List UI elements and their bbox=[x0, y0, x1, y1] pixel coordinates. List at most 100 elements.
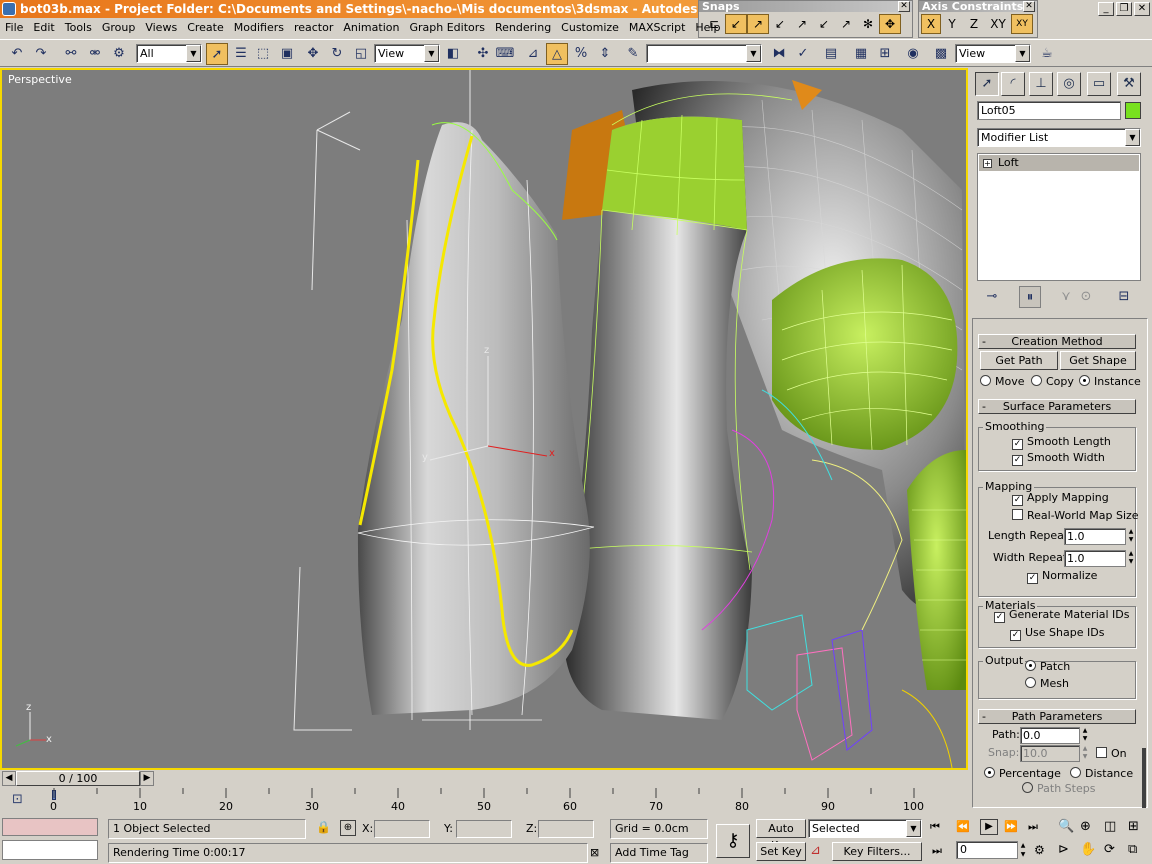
mirror-icon[interactable]: ⧓ bbox=[768, 43, 790, 65]
expand-plus-icon[interactable]: + bbox=[983, 159, 992, 168]
select-object-icon[interactable]: ➚ bbox=[206, 43, 228, 65]
scale-icon[interactable]: ◱ bbox=[350, 43, 372, 65]
copy-radio[interactable]: Copy bbox=[1031, 375, 1074, 388]
spinner-arrows-icon[interactable]: ▲ ▼ bbox=[1080, 727, 1090, 744]
stack-item-loft[interactable]: + Loft bbox=[979, 155, 1139, 171]
instance-radio[interactable]: Instance bbox=[1079, 375, 1141, 388]
align-icon[interactable]: ✓ bbox=[792, 43, 814, 65]
unlink-icon[interactable]: ⚮ bbox=[84, 43, 106, 65]
arc-rotate-icon[interactable]: ⟳ bbox=[1104, 842, 1115, 857]
time-slider-thumb[interactable]: 0 / 100 bbox=[16, 771, 140, 786]
modify-tab-icon[interactable]: ◜ bbox=[1001, 72, 1025, 96]
use-shape-ids-checkbox[interactable]: ✓ Use Shape IDs bbox=[1010, 626, 1104, 641]
previous-frame-icon[interactable]: ⏪ bbox=[956, 820, 970, 833]
move-icon[interactable]: ✥ bbox=[302, 43, 324, 65]
menu-rendering[interactable]: Rendering bbox=[490, 18, 556, 38]
key-selection-combo[interactable]: Selected ▼ bbox=[808, 819, 922, 838]
width-repeat-spinner[interactable]: Width Repeat: 1.0 ▲ ▼ bbox=[980, 550, 1138, 567]
angle-snap-icon[interactable]: △ bbox=[546, 43, 568, 65]
spinner-snap-icon[interactable]: ⇕ bbox=[594, 43, 616, 65]
spinner-arrows-icon[interactable]: ▲ ▼ bbox=[1126, 550, 1136, 567]
render-view-combo[interactable]: View ▼ bbox=[955, 44, 1031, 63]
zoom-all-icon[interactable]: ⊕ bbox=[1080, 819, 1091, 834]
menu-help[interactable]: Help bbox=[690, 18, 725, 38]
smooth-width-checkbox[interactable]: ✓ Smooth Width bbox=[1012, 451, 1105, 466]
select-link-icon[interactable]: ⚯ bbox=[60, 43, 82, 65]
menu-maxscript[interactable]: MAXScript bbox=[624, 18, 690, 38]
pan-icon[interactable]: ✋ bbox=[1080, 842, 1096, 857]
percent-snap-icon[interactable]: % bbox=[570, 43, 592, 65]
utilities-tab-icon[interactable]: ⚒ bbox=[1117, 72, 1141, 96]
make-unique-icon[interactable]: ⋎ bbox=[1055, 286, 1077, 308]
viewport-label[interactable]: Perspective bbox=[8, 73, 72, 86]
path-parameters-rollout[interactable]: - Path Parameters bbox=[978, 709, 1136, 724]
set-key-button[interactable]: Set Key bbox=[756, 842, 806, 861]
menu-customize[interactable]: Customize bbox=[556, 18, 624, 38]
maxscript-input[interactable] bbox=[2, 840, 98, 860]
menu-views[interactable]: Views bbox=[140, 18, 182, 38]
rollout-scrollbar[interactable] bbox=[1142, 748, 1146, 808]
key-filters-button[interactable]: Key Filters... bbox=[832, 842, 922, 861]
patch-radio[interactable]: Patch bbox=[1025, 660, 1070, 673]
menu-animation[interactable]: Animation bbox=[338, 18, 404, 38]
pivot-center-icon[interactable]: ◧ bbox=[442, 43, 464, 65]
width-repeat-value[interactable]: 1.0 bbox=[1064, 550, 1126, 567]
redo-icon[interactable]: ↷ bbox=[30, 43, 52, 65]
gen-mat-ids-checkbox[interactable]: ✓ Generate Material IDs bbox=[994, 608, 1130, 623]
percentage-radio[interactable]: Percentage bbox=[984, 767, 1061, 780]
edit-named-selections-icon[interactable]: ✎ bbox=[622, 43, 644, 65]
play-icon[interactable]: ▶ bbox=[980, 819, 998, 835]
z-coord-field[interactable] bbox=[538, 820, 594, 838]
menu-reactor[interactable]: reactor bbox=[289, 18, 338, 38]
perspective-viewport[interactable]: z x y z x Perspective bbox=[0, 68, 968, 770]
zoom-extents-all-icon[interactable]: ⊞ bbox=[1128, 819, 1139, 834]
time-config-icon[interactable]: ⚙ bbox=[1034, 843, 1045, 857]
creation-method-rollout[interactable]: - Creation Method bbox=[978, 334, 1136, 349]
schematic-view-icon[interactable]: ⊞ bbox=[874, 43, 896, 65]
remove-modifier-icon[interactable]: ⊙ bbox=[1075, 286, 1097, 308]
snap-spinner[interactable]: Snap: 10.0 ▲ ▼ bbox=[980, 745, 1090, 762]
spinner-arrows-icon[interactable]: ▲ ▼ bbox=[1126, 528, 1136, 545]
move-radio[interactable]: Move bbox=[980, 375, 1025, 388]
motion-tab-icon[interactable]: ◎ bbox=[1057, 72, 1081, 96]
add-time-tag[interactable]: Add Time Tag bbox=[610, 843, 708, 863]
snap-on-checkbox[interactable]: On bbox=[1096, 747, 1127, 760]
named-selection-combo[interactable]: ▼ bbox=[646, 44, 762, 63]
zoom-icon[interactable]: 🔍 bbox=[1058, 819, 1074, 834]
window-crossing-icon[interactable]: ▣ bbox=[276, 43, 298, 65]
maximize-viewport-icon[interactable]: ⧉ bbox=[1128, 842, 1137, 857]
curve-editor-icon[interactable]: ▦ bbox=[850, 43, 872, 65]
rect-selection-icon[interactable]: ⬚ bbox=[252, 43, 274, 65]
y-coord-field[interactable] bbox=[456, 820, 512, 838]
create-tab-icon[interactable]: ➚ bbox=[975, 72, 999, 96]
curve-editor-mini-icon[interactable]: ⊡ bbox=[12, 792, 23, 807]
menu-file[interactable]: File bbox=[0, 18, 28, 38]
hierarchy-tab-icon[interactable]: ⊥ bbox=[1029, 72, 1053, 96]
real-world-checkbox[interactable]: Real-World Map Size bbox=[1012, 509, 1139, 522]
go-to-end-icon[interactable]: ⏭ bbox=[1028, 820, 1038, 834]
quick-render-icon[interactable]: ☕ bbox=[1036, 43, 1058, 65]
menu-tools[interactable]: Tools bbox=[60, 18, 97, 38]
get-path-button[interactable]: Get Path bbox=[980, 351, 1058, 370]
bind-space-warp-icon[interactable]: ⚙ bbox=[108, 43, 130, 65]
path-spinner[interactable]: Path: 0.0 ▲ ▼ bbox=[980, 727, 1090, 744]
time-slider[interactable]: ◀ 0 / 100 ▶ bbox=[0, 770, 968, 788]
show-end-result-icon[interactable]: ⏸ bbox=[1019, 286, 1041, 308]
snap-value[interactable]: 10.0 bbox=[1020, 745, 1080, 762]
minimize-icon[interactable]: _ bbox=[1098, 2, 1114, 16]
keyboard-shortcut-icon[interactable]: ⌨ bbox=[494, 43, 516, 65]
field-of-view-icon[interactable]: ⊳ bbox=[1058, 842, 1069, 857]
axis-close-icon[interactable]: ✕ bbox=[1023, 1, 1035, 12]
selection-filter-combo[interactable]: All ▼ bbox=[136, 44, 202, 63]
snap-toggle-icon[interactable]: ⊿ bbox=[522, 43, 544, 65]
configure-sets-icon[interactable]: ⊟ bbox=[1113, 286, 1135, 308]
restore-icon[interactable]: ❐ bbox=[1116, 2, 1132, 16]
distance-radio[interactable]: Distance bbox=[1070, 767, 1133, 780]
zoom-extents-icon[interactable]: ◫ bbox=[1104, 819, 1116, 834]
apply-mapping-checkbox[interactable]: ✓ Apply Mapping bbox=[1012, 491, 1109, 506]
length-repeat-value[interactable]: 1.0 bbox=[1064, 528, 1126, 545]
path-steps-radio[interactable]: Path Steps bbox=[1022, 782, 1095, 795]
snaps-close-icon[interactable]: ✕ bbox=[898, 1, 910, 12]
x-coord-field[interactable] bbox=[374, 820, 430, 838]
mesh-radio[interactable]: Mesh bbox=[1025, 677, 1069, 690]
